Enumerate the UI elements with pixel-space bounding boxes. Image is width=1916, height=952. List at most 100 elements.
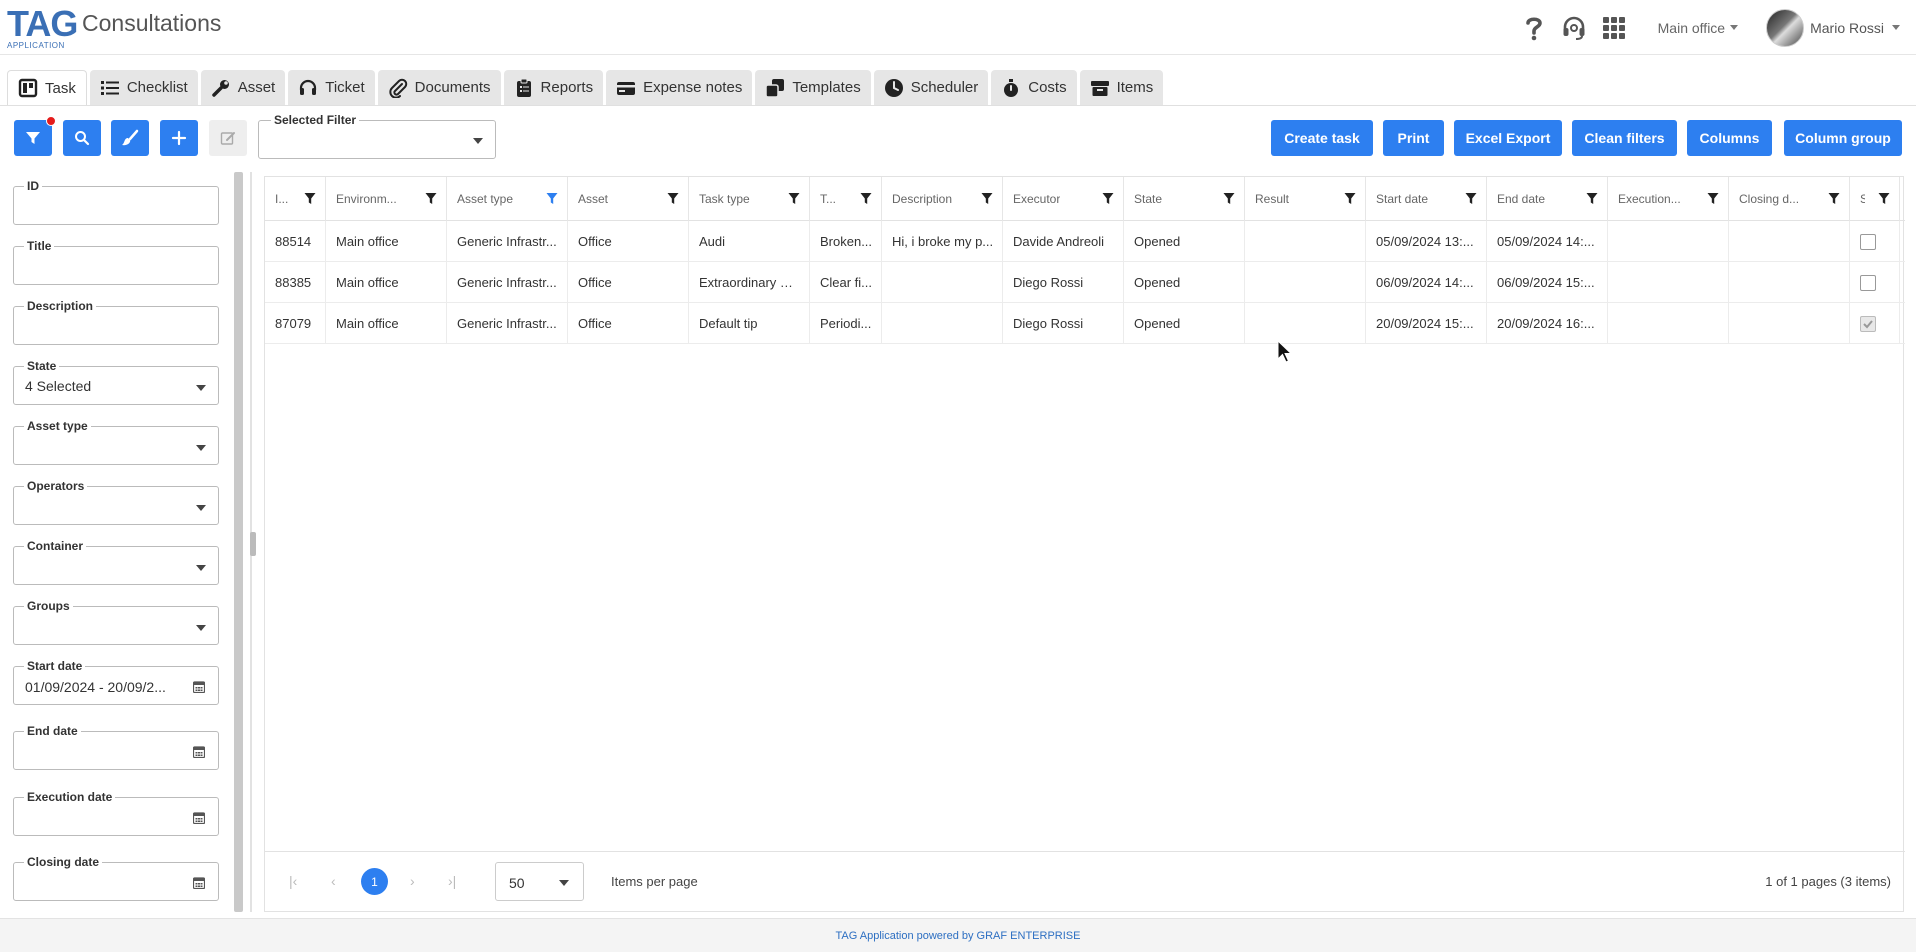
column-filter-icon[interactable] <box>667 192 679 208</box>
filter-container[interactable]: Container <box>13 539 219 585</box>
column-filter-icon[interactable] <box>425 192 437 208</box>
excel-export-button[interactable]: Excel Export <box>1454 120 1562 156</box>
first-page-icon[interactable]: |‹ <box>289 873 297 889</box>
column-header-selected[interactable]: S... <box>1850 177 1900 221</box>
column-filter-icon[interactable] <box>1223 192 1235 208</box>
tab-reports[interactable]: Reports <box>503 70 604 105</box>
tab-asset[interactable]: Asset <box>200 70 286 105</box>
calendar-icon[interactable] <box>192 811 206 829</box>
row-checkbox[interactable] <box>1860 315 1876 332</box>
column-filter-icon[interactable] <box>860 192 872 208</box>
column-header-executor[interactable]: Executor <box>1003 177 1124 221</box>
mouse-cursor-icon <box>1277 340 1293 363</box>
support-headset-icon[interactable] <box>1556 10 1592 46</box>
calendar-icon[interactable] <box>192 876 206 894</box>
column-filter-icon[interactable] <box>981 192 993 208</box>
column-filter-icon[interactable] <box>1344 192 1356 208</box>
edit-button[interactable] <box>209 120 247 156</box>
user-menu[interactable]: Mario Rossi <box>1766 8 1900 47</box>
column-header-id[interactable]: I... <box>265 177 326 221</box>
filter-title[interactable]: Title <box>13 239 219 285</box>
clear-button[interactable] <box>111 120 149 156</box>
tab-checklist[interactable]: Checklist <box>89 70 198 105</box>
column-header-title[interactable]: T... <box>810 177 882 221</box>
column-filter-icon[interactable] <box>1465 192 1477 208</box>
create-task-button[interactable]: Create task <box>1271 120 1373 156</box>
footer-text[interactable]: TAG Application powered by GRAF ENTERPRI… <box>836 930 1081 942</box>
cell-end-date: 06/09/2024 15:... <box>1487 262 1608 303</box>
column-header-end-date[interactable]: End date <box>1487 177 1608 221</box>
column-header-asset-type[interactable]: Asset type <box>447 177 568 221</box>
page-size-dropdown[interactable]: 50 <box>495 862 584 901</box>
cell-text: Davide Andreoli <box>1013 234 1105 249</box>
column-filter-icon[interactable] <box>788 192 800 208</box>
next-page-icon[interactable]: › <box>410 873 415 889</box>
tab-items[interactable]: Items <box>1079 70 1164 105</box>
column-header-result[interactable]: Result <box>1245 177 1366 221</box>
column-filter-icon[interactable] <box>1878 192 1890 208</box>
cell-text: Main office <box>336 275 399 290</box>
office-selector[interactable]: Main office <box>1658 20 1739 36</box>
column-header-label: Executor <box>1013 192 1061 206</box>
add-button[interactable] <box>160 120 198 156</box>
tab-ticket[interactable]: Ticket <box>288 70 375 105</box>
row-checkbox[interactable] <box>1860 233 1876 250</box>
cell-text: Opened <box>1134 275 1181 290</box>
table-row[interactable]: 88514 Main office Generic Infrastr... Offic… <box>265 221 1905 262</box>
selected-filter-dropdown[interactable]: Selected Filter <box>258 113 496 159</box>
column-filter-icon[interactable] <box>304 192 316 208</box>
filter-execution-date[interactable]: Execution date <box>13 790 219 836</box>
tab-documents[interactable]: Documents <box>377 70 501 105</box>
calendar-icon[interactable] <box>192 680 206 698</box>
table-row[interactable]: 87079 Main office Generic Infrastr... Offic… <box>265 303 1905 344</box>
prev-page-icon[interactable]: ‹ <box>331 873 336 889</box>
filter-toggle-button[interactable] <box>14 120 52 156</box>
calendar-icon[interactable] <box>192 745 206 763</box>
column-header-environment[interactable]: Environm... <box>326 177 447 221</box>
tab-templates[interactable]: Templates <box>755 70 871 105</box>
print-button[interactable]: Print <box>1383 120 1444 156</box>
app-logo[interactable]: TAG APPLICATION <box>7 6 78 51</box>
column-header-execution-date[interactable]: Execution... <box>1608 177 1729 221</box>
filter-id[interactable]: ID <box>13 179 219 225</box>
splitter-handle[interactable] <box>250 532 256 556</box>
row-checkbox[interactable] <box>1860 274 1876 291</box>
filter-start-date[interactable]: Start date 01/09/2024 - 20/09/2... <box>13 659 219 705</box>
columns-button[interactable]: Columns <box>1687 120 1772 156</box>
column-header-description[interactable]: Description <box>882 177 1003 221</box>
apps-grid-icon[interactable] <box>1596 10 1632 46</box>
column-header-asset[interactable]: Asset <box>568 177 689 221</box>
filter-panel-scrollbar[interactable] <box>234 172 243 912</box>
column-header-start-date[interactable]: Start date <box>1366 177 1487 221</box>
column-filter-icon[interactable] <box>1102 192 1114 208</box>
search-button[interactable] <box>63 120 101 156</box>
filter-description[interactable]: Description <box>13 299 219 345</box>
filter-asset-type[interactable]: Asset type <box>13 419 219 465</box>
column-filter-icon[interactable] <box>1707 192 1719 208</box>
table-row[interactable]: 88385 Main office Generic Infrastr... Offic… <box>265 262 1905 303</box>
column-filter-icon[interactable] <box>546 192 558 208</box>
column-header-task-type[interactable]: Task type <box>689 177 810 221</box>
filter-operators[interactable]: Operators <box>13 479 219 525</box>
tab-costs[interactable]: Costs <box>991 70 1077 105</box>
column-filter-icon[interactable] <box>1828 192 1840 208</box>
help-icon[interactable] <box>1516 10 1552 46</box>
tab-expense-notes[interactable]: Expense notes <box>606 70 753 105</box>
column-header-closing-date[interactable]: Closing d... <box>1729 177 1850 221</box>
filter-state[interactable]: State 4 Selected <box>13 359 219 405</box>
cell-task-type: Audi <box>689 221 810 262</box>
current-page-button[interactable]: 1 <box>361 868 388 895</box>
filter-closing-date[interactable]: Closing date <box>13 855 219 901</box>
tab-scheduler[interactable]: Scheduler <box>873 70 989 105</box>
clean-filters-button[interactable]: Clean filters <box>1572 120 1677 156</box>
filter-end-date[interactable]: End date <box>13 724 219 770</box>
filter-groups[interactable]: Groups <box>13 599 219 645</box>
filter-label: Asset type <box>24 419 91 433</box>
cell-text: Office <box>578 275 612 290</box>
column-group-button[interactable]: Column group <box>1784 120 1902 156</box>
column-filter-icon[interactable] <box>1586 192 1598 208</box>
last-page-icon[interactable]: ›| <box>448 873 456 889</box>
column-header-state[interactable]: State <box>1124 177 1245 221</box>
tab-task[interactable]: Task <box>7 70 87 105</box>
cell-text: 06/09/2024 15:... <box>1497 275 1595 290</box>
